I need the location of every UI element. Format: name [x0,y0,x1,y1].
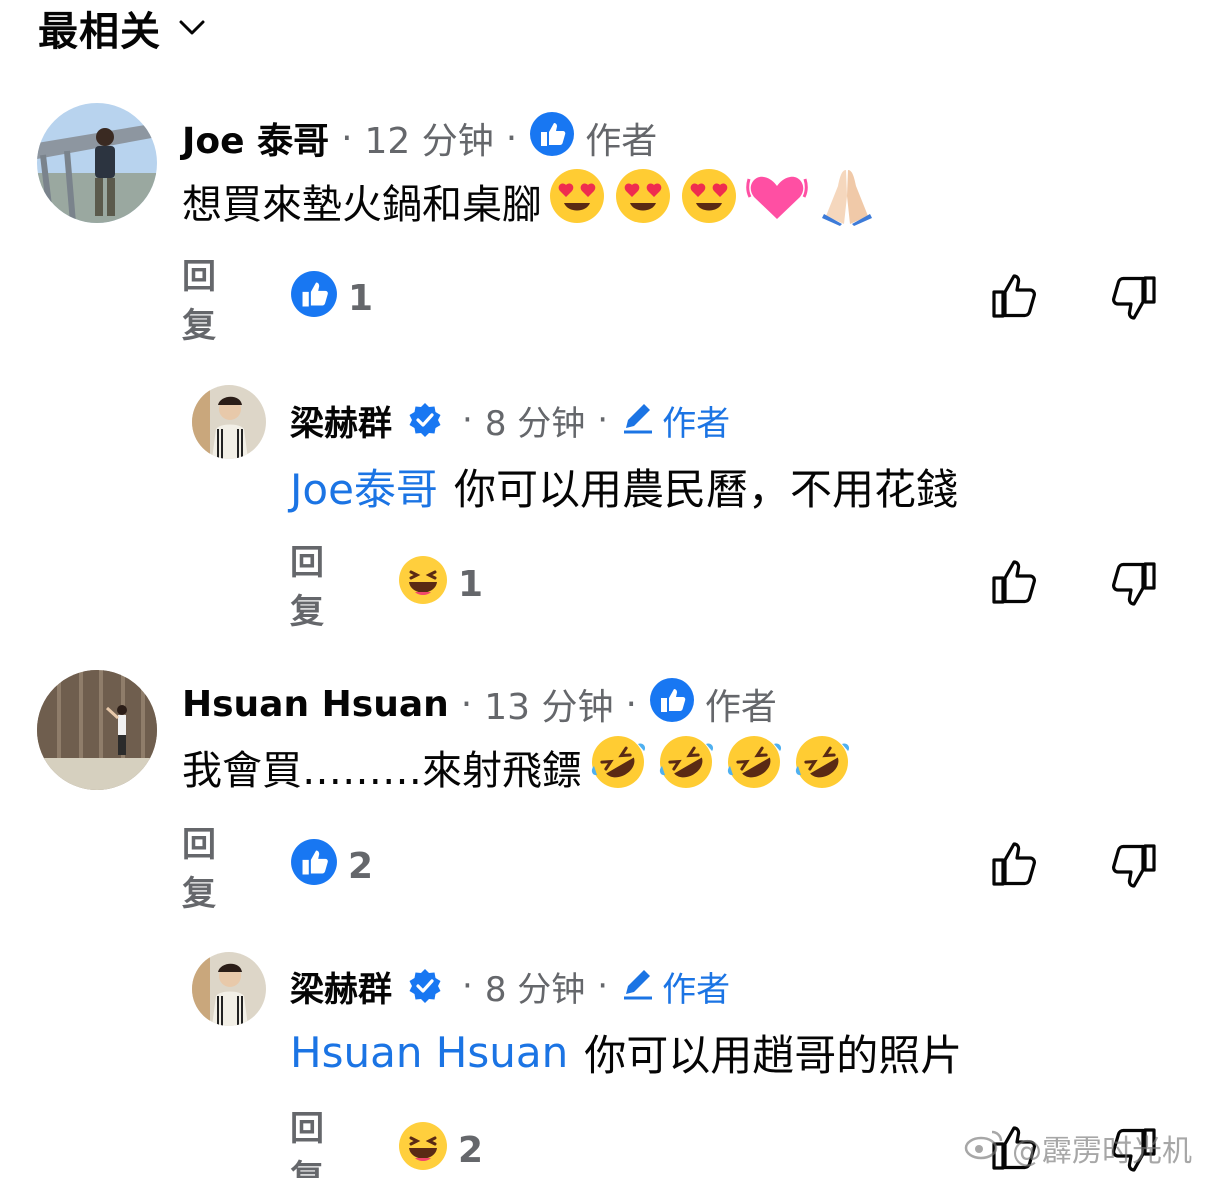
mention-link[interactable]: Joe泰哥 [290,456,438,517]
pencil-icon [620,398,656,443]
comment-text-content: 你可以用農民曆，不用花錢 [453,464,958,514]
growing-heart-emoji-icon [746,167,808,235]
reply-button[interactable]: 回复 [290,535,324,633]
comment-time[interactable]: 8 分钟 [485,962,585,1011]
reply-button[interactable]: 回复 [290,1101,324,1178]
reaction-count-value: 1 [348,277,374,319]
sort-label: 最相关 [38,9,161,55]
haha-reaction-icon [398,555,448,614]
comment-text: 想買來墊火鍋和桌腳 [182,169,878,230]
sort-dropdown[interactable]: 最相关 [38,0,205,56]
comment-time[interactable]: 8 分钟 [485,396,585,445]
separator-dot: · [460,683,473,725]
author-label: 作者 [662,969,731,1010]
separator-dot: · [597,400,609,440]
comment-actions: 回复 2 [290,1109,483,1178]
emoji-group [548,166,878,236]
reaction-count-value: 2 [348,845,374,887]
comment-text: Joe泰哥 你可以用農民曆，不用花錢 [290,458,958,514]
comment-header: Joe 泰哥 · 12 分钟 · 作者 [182,111,657,164]
weibo-logo-icon [964,1128,1004,1168]
reaction-count[interactable]: 2 [290,838,373,895]
separator-dot: · [462,400,473,440]
separator-dot: · [597,966,609,1006]
author-badge: 作者 [620,396,730,445]
mention-link[interactable]: Hsuan Hsuan [290,1028,568,1077]
chevron-down-icon [179,20,205,36]
reaction-count-value: 1 [458,563,484,605]
commenter-name[interactable]: Joe 泰哥 [182,112,329,164]
folded-hands-emoji-icon [816,166,878,236]
reaction-count-value: 2 [458,1129,484,1171]
watermark: @霹雳时光机 [964,1126,1192,1170]
comment-text: 我會買………來射飛鏢 [182,736,852,796]
like-badge-icon [649,677,695,732]
author-label: 作者 [662,403,731,444]
reaction-count[interactable]: 2 [398,1121,483,1178]
upvote-icon[interactable] [990,272,1038,320]
heart-eyes-emoji-icon [548,167,606,235]
comment-actions: 回复 1 [290,543,483,632]
rofl-emoji-icon [656,732,716,802]
separator-dot: · [625,683,637,725]
comment-header: Hsuan Hsuan · 13 分钟 · 作者 [182,677,777,730]
comment-actions: 回复 2 [182,825,373,914]
author-label: 作者 [585,121,658,162]
separator-dot: · [341,117,353,159]
rofl-emoji-icon [792,732,852,802]
comment-time[interactable]: 13 分钟 [484,678,613,730]
emoji-group [588,732,852,802]
avatar[interactable] [192,385,266,459]
separator-dot: · [462,966,473,1006]
comment-actions: 回复 1 [182,257,373,346]
rofl-emoji-icon [588,732,648,802]
comment-text: Hsuan Hsuan 你可以用趙哥的照片 [290,1024,962,1080]
upvote-icon[interactable] [990,558,1038,606]
comment-time[interactable]: 12 分钟 [365,112,494,164]
author-badge: 作者 [649,677,777,732]
like-badge-icon [529,111,575,166]
commenter-name[interactable]: 梁赫群 [290,962,392,1011]
haha-reaction-icon [398,1121,448,1178]
downvote-icon[interactable] [1110,842,1158,890]
comment-text-content: 你可以用趙哥的照片 [584,1030,963,1080]
author-label: 作者 [704,687,777,728]
author-badge: 作者 [620,962,730,1011]
downvote-icon[interactable] [1110,274,1158,322]
reply-button[interactable]: 回复 [182,817,216,915]
reaction-count[interactable]: 1 [398,555,483,614]
reaction-count[interactable]: 1 [290,270,373,327]
verified-badge-icon [406,401,444,439]
upvote-icon[interactable] [990,840,1038,888]
comment-text-content: 我會買………來射飛鏢 [182,748,582,794]
like-reaction-icon [290,270,338,327]
comment-header: 梁赫群 · 8 分钟 · 作者 [290,962,730,1011]
commenter-name[interactable]: Hsuan Hsuan [182,684,449,725]
like-reaction-icon [290,838,338,895]
avatar[interactable] [37,103,157,223]
author-badge: 作者 [529,111,657,166]
avatar[interactable] [192,952,266,1026]
downvote-icon[interactable] [1110,560,1158,608]
separator-dot: · [505,117,518,159]
rofl-emoji-icon [724,732,784,802]
verified-badge-icon [406,967,444,1005]
heart-eyes-emoji-icon [680,167,738,235]
pencil-icon [620,964,656,1009]
comment-text-content: 想買來墊火鍋和桌腳 [182,182,542,228]
avatar[interactable] [37,670,157,790]
comment-header: 梁赫群 · 8 分钟 · 作者 [290,396,730,445]
watermark-text: @霹雳时光机 [1012,1134,1192,1169]
reply-button[interactable]: 回复 [182,249,216,347]
heart-eyes-emoji-icon [614,167,672,235]
commenter-name[interactable]: 梁赫群 [290,396,392,445]
